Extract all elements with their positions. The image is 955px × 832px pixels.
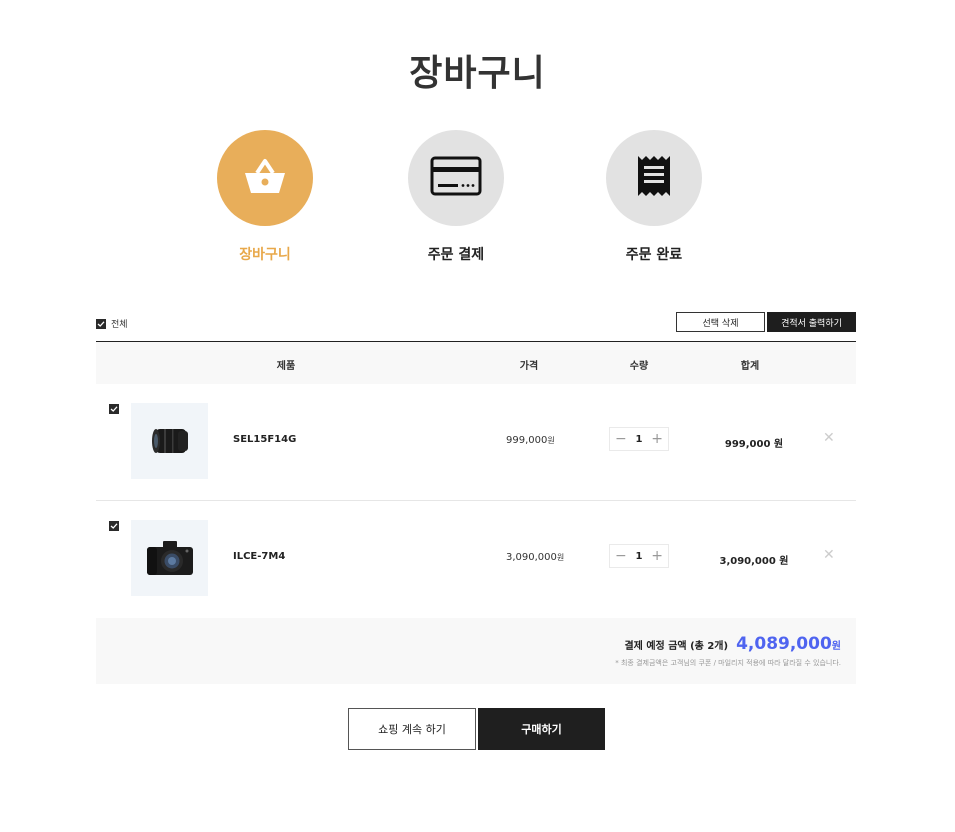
header-quantity: 수량 (629, 361, 649, 372)
product-name[interactable]: ILCE-7M4 (233, 551, 285, 562)
header-price: 가격 (519, 361, 539, 372)
product-price: 999,000원 (506, 435, 555, 446)
step-cart-circle (217, 130, 313, 226)
step-payment: 주문 결제 (408, 130, 504, 263)
header-product: 제품 (276, 361, 296, 372)
table-row: ILCE-7M4 3,090,000원 − 1 + 3,090,000 원 ✕ (96, 501, 856, 618)
camera-lens-icon (151, 429, 188, 453)
receipt-icon (635, 154, 673, 202)
table-row: SEL15F14G 999,000원 − 1 + 999,000 원 ✕ (96, 384, 856, 501)
row-checkbox[interactable] (109, 404, 119, 414)
step-complete-circle (606, 130, 702, 226)
row-checkbox[interactable] (109, 521, 119, 531)
delete-selected-button[interactable]: 선택 삭제 (676, 312, 765, 332)
basket-icon (242, 155, 288, 201)
table-header: 제품 가격 수량 합계 (96, 341, 856, 384)
quantity-value: 1 (635, 433, 643, 445)
summary-note: * 최종 결제금액은 고객님의 쿠폰 / 마일리지 적용에 따라 달라질 수 있… (615, 659, 841, 667)
step-cart: 장바구니 (217, 130, 313, 263)
quantity-stepper: − 1 + (609, 427, 669, 451)
step-complete: 주문 완료 (606, 130, 702, 263)
step-payment-label: 주문 결제 (427, 247, 485, 263)
row-total: 999,000 원 (724, 439, 784, 450)
quantity-value: 1 (635, 550, 643, 562)
select-all-label: 전체 (111, 320, 128, 330)
decrease-quantity-button[interactable]: − (615, 549, 627, 563)
header-total: 합계 (740, 361, 760, 372)
print-estimate-button[interactable]: 견적서 출력하기 (767, 312, 856, 332)
step-cart-label: 장바구니 (239, 247, 291, 263)
checkbox-checked-icon (96, 318, 106, 329)
product-name[interactable]: SEL15F14G (233, 434, 296, 445)
order-summary: 결제 예정 금액 (총 2개) 4,089,000원 * 최종 결제금액은 고객… (96, 618, 856, 684)
row-total: 3,090,000 원 (719, 556, 789, 567)
increase-quantity-button[interactable]: + (651, 549, 663, 563)
increase-quantity-button[interactable]: + (651, 432, 663, 446)
step-complete-label: 주문 완료 (625, 247, 683, 263)
summary-amount: 4,089,000원 (736, 634, 841, 654)
select-all-checkbox[interactable]: 전체 (96, 317, 128, 330)
buy-button[interactable]: 구매하기 (478, 708, 605, 750)
camera-body-icon (146, 541, 193, 575)
summary-label: 결제 예정 금액 (총 2개) (624, 641, 729, 652)
product-price: 3,090,000원 (506, 552, 565, 563)
step-payment-circle (408, 130, 504, 226)
product-image[interactable] (131, 520, 208, 596)
remove-item-icon[interactable]: ✕ (823, 430, 835, 446)
continue-shopping-button[interactable]: 쇼핑 계속 하기 (348, 708, 476, 750)
credit-card-icon (430, 156, 482, 200)
quantity-stepper: − 1 + (609, 544, 669, 568)
decrease-quantity-button[interactable]: − (615, 432, 627, 446)
remove-item-icon[interactable]: ✕ (823, 547, 835, 563)
page-title: 장바구니 (409, 53, 546, 94)
product-image[interactable] (131, 403, 208, 479)
